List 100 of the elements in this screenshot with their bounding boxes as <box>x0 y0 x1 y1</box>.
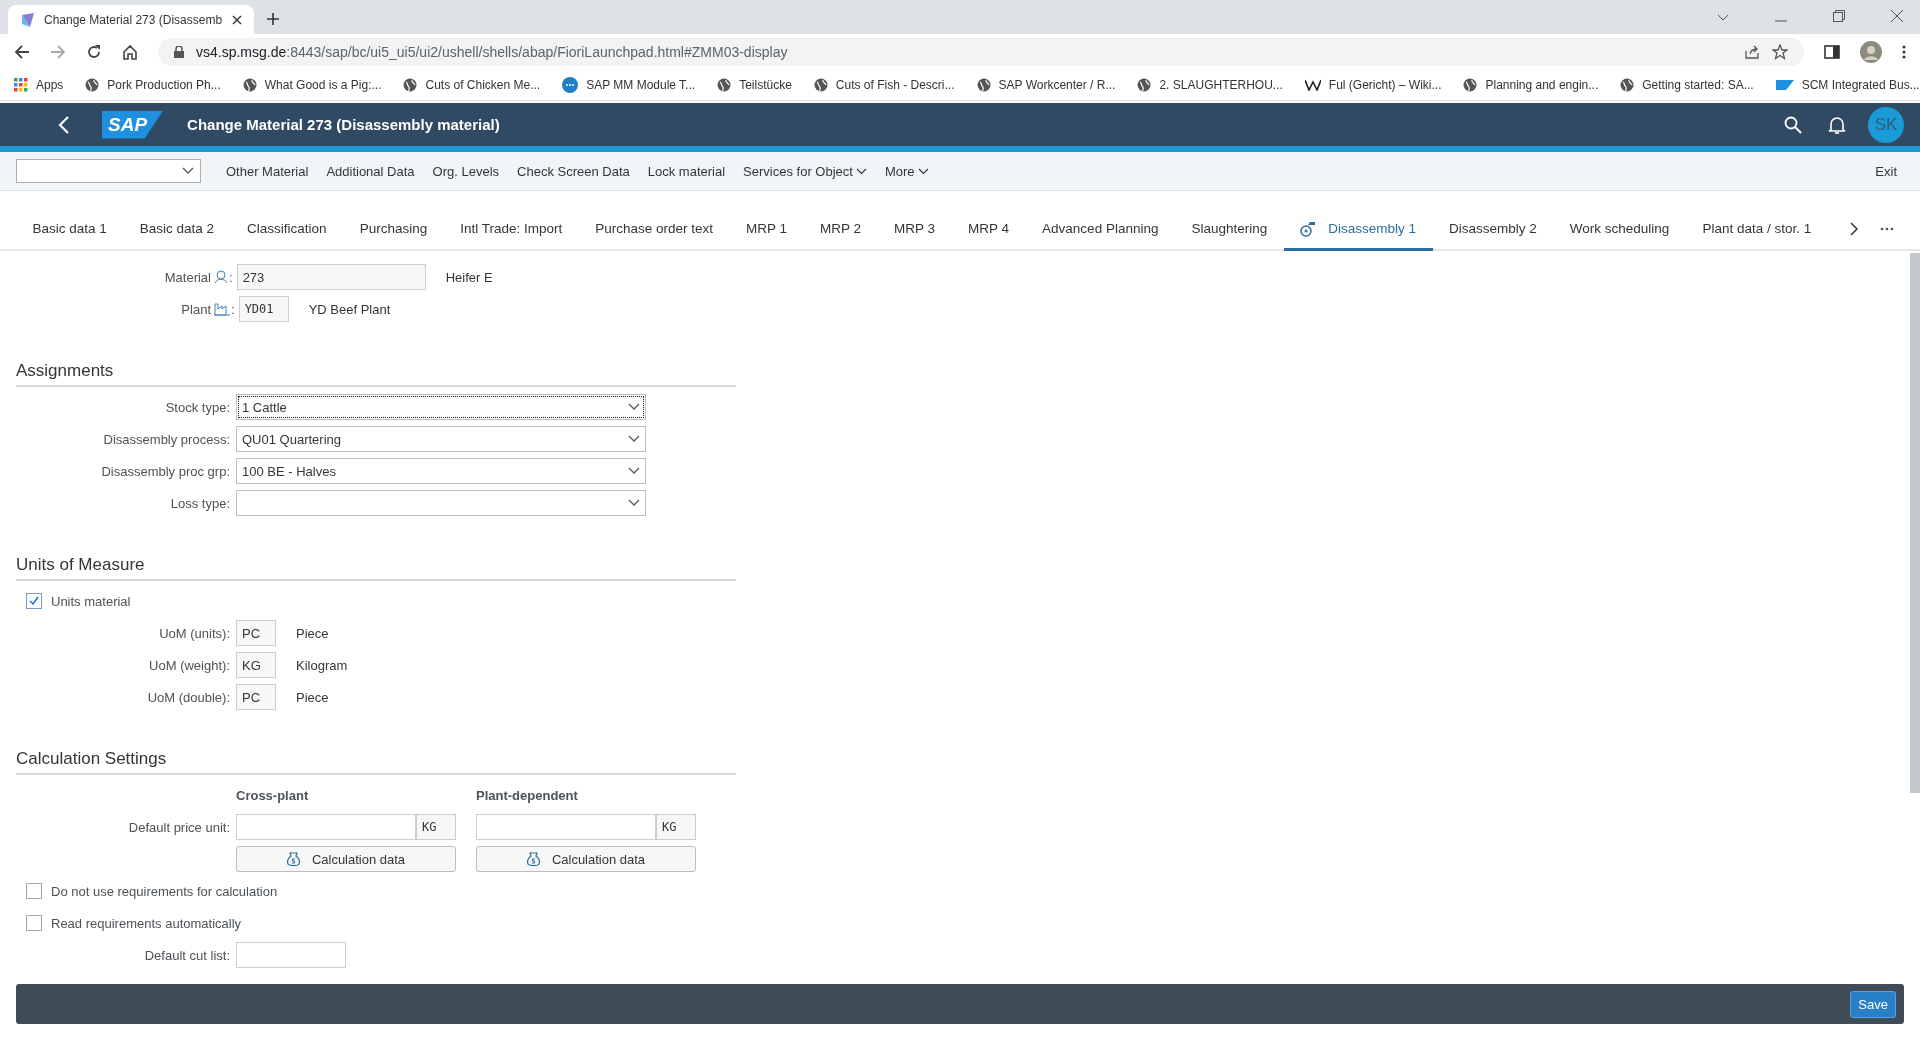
bookmark[interactable]: Getting started: SA... <box>1620 77 1754 92</box>
unit-field[interactable]: PC <box>236 620 276 646</box>
dropdown-field[interactable]: 1 Cattle <box>236 394 646 420</box>
field-description: Piece <box>296 689 329 705</box>
cut-list-field[interactable] <box>236 942 346 968</box>
checkbox[interactable] <box>26 883 42 899</box>
tab[interactable]: Intl Trade: Import <box>443 209 579 251</box>
checkbox[interactable] <box>26 593 42 609</box>
share-icon[interactable] <box>1744 43 1760 60</box>
toolbar-button[interactable]: Other Material <box>219 159 316 183</box>
toolbar-button[interactable]: Services for Object <box>736 159 874 183</box>
toolbar-button[interactable]: More <box>877 159 936 183</box>
tab[interactable]: MRP 1 <box>729 209 804 251</box>
bookmark[interactable]: Ful (Gericht) – Wiki... <box>1304 77 1442 92</box>
reload-icon[interactable] <box>86 43 102 60</box>
bookmark[interactable]: SCM Integrated Bus... <box>1775 77 1920 92</box>
close-icon[interactable] <box>232 14 242 25</box>
scrollbar[interactable] <box>1910 253 1920 793</box>
people-icon <box>214 270 228 284</box>
price-unit-field[interactable] <box>236 814 416 840</box>
tab[interactable]: Purchasing <box>343 209 444 251</box>
bookmark[interactable]: Planning and engin... <box>1463 77 1599 92</box>
address-field[interactable]: vs4.sp.msg.de:8443/sap/bc/ui5_ui5/ui2/ushell/shells/abap/FioriLaunchpad.html#ZMM03-display <box>158 37 1804 66</box>
column-heading: Plant-dependent <box>476 787 579 803</box>
bookmark[interactable]: SAP MM Module T... <box>562 76 696 93</box>
dropdown-field[interactable] <box>236 490 646 516</box>
dropdown-field[interactable]: 100 BE - Halves <box>236 458 646 484</box>
toolbar-button[interactable]: Org. Levels <box>425 159 507 183</box>
chevron-right-icon[interactable] <box>1849 222 1858 236</box>
dropdown-field[interactable] <box>16 159 201 183</box>
bookmark[interactable]: SAP Workcenter / R... <box>976 77 1116 92</box>
toolbar-button[interactable]: Additional Data <box>319 159 422 183</box>
bookmark[interactable]: Teilstücke <box>717 77 792 92</box>
search-icon[interactable] <box>1784 115 1802 134</box>
checkbox[interactable] <box>26 915 42 931</box>
tab[interactable]: Purchase order text <box>578 209 730 251</box>
chevron-down-icon <box>628 467 640 475</box>
unit-field[interactable]: KG <box>656 814 696 840</box>
price-unit-field[interactable] <box>476 814 656 840</box>
overflow-icon[interactable] <box>1879 227 1894 231</box>
bookmark[interactable]: What Good is a Pig:... <box>242 77 382 92</box>
checkbox-label: Units material <box>51 593 131 609</box>
unit-field[interactable]: KG <box>236 652 276 678</box>
tab[interactable]: Disassembly 2 <box>1432 209 1554 251</box>
profile-avatar-icon[interactable] <box>1860 40 1882 63</box>
globe-icon <box>813 77 828 92</box>
tab[interactable]: Plant data / stor. 1 <box>1685 209 1828 251</box>
bookmark[interactable]: Apps <box>14 77 64 92</box>
tab[interactable]: Advanced Planning <box>1025 209 1175 251</box>
field-label: UoM (units): <box>158 625 231 641</box>
bell-icon[interactable] <box>1828 114 1846 135</box>
star-icon[interactable] <box>1772 43 1788 60</box>
home-icon[interactable] <box>122 43 138 60</box>
bookmark[interactable]: Cuts of Fish - Descri... <box>813 77 955 92</box>
globe-icon <box>717 77 732 92</box>
close-icon[interactable] <box>1891 10 1903 22</box>
toolbar-button[interactable]: Check Screen Data <box>510 159 637 183</box>
calculation-data-button[interactable]: Calculation data <box>476 846 696 872</box>
tab[interactable]: Basic data 2 <box>123 209 231 251</box>
tab-title: Change Material 273 (Disassemb <box>44 12 224 27</box>
browser-tab[interactable]: Change Material 273 (Disassemb <box>8 5 254 34</box>
tab[interactable]: MRP 2 <box>803 209 878 251</box>
chevron-down-icon[interactable] <box>1717 14 1729 22</box>
globe-icon <box>1137 77 1152 92</box>
chevron-down-icon <box>917 167 929 175</box>
plant-field[interactable]: YD01 <box>238 296 289 322</box>
new-tab-icon[interactable] <box>266 12 280 26</box>
unit-field[interactable]: PC <box>236 684 276 710</box>
checkbox-label: Read requirements automatically <box>51 915 242 931</box>
side-panel-icon[interactable] <box>1824 43 1840 60</box>
unit-field[interactable]: KG <box>416 814 456 840</box>
save-button[interactable]: Save <box>1850 990 1896 1018</box>
tab[interactable]: MRP 3 <box>877 209 952 251</box>
tab[interactable]: Disassembly 1 <box>1283 209 1433 251</box>
apps-grid-icon <box>14 77 28 92</box>
back-icon[interactable] <box>14 43 30 60</box>
field-description: Kilogram <box>296 657 348 673</box>
exit-button[interactable]: Exit <box>1868 159 1904 183</box>
material-field[interactable]: 273 <box>236 264 426 290</box>
bookmark[interactable]: Cuts of Chicken Me... <box>403 77 541 92</box>
bookmark[interactable]: Pork Production Ph... <box>85 77 221 92</box>
bookmark[interactable]: 2. SLAUGHTERHOU... <box>1137 77 1283 92</box>
flag-icon <box>1775 79 1794 90</box>
globe-icon <box>1620 77 1635 92</box>
tab[interactable]: Slaughtering <box>1174 209 1284 251</box>
toolbar-button[interactable]: Lock material <box>640 159 733 183</box>
section-title: Calculation Settings <box>16 749 736 775</box>
tab[interactable]: Classification <box>230 209 344 251</box>
restore-icon[interactable] <box>1833 10 1845 22</box>
tab[interactable]: MRP 4 <box>951 209 1026 251</box>
tab[interactable]: Basic data 1 <box>16 209 124 251</box>
url-text: vs4.sp.msg.de:8443/sap/bc/ui5_ui5/ui2/ushell/shells/abap/FioriLaunchpad.html#ZMM03-display <box>196 43 788 60</box>
money-bag-icon <box>286 851 300 867</box>
field-label: UoM (weight): <box>148 657 231 673</box>
tab[interactable]: Work scheduling <box>1553 209 1686 251</box>
chevron-down-icon <box>628 499 640 507</box>
section-title: Units of Measure <box>16 555 736 581</box>
menu-icon[interactable] <box>1902 44 1906 59</box>
dropdown-field[interactable]: QU01 Quartering <box>236 426 646 452</box>
calculation-data-button[interactable]: Calculation data <box>236 846 456 872</box>
